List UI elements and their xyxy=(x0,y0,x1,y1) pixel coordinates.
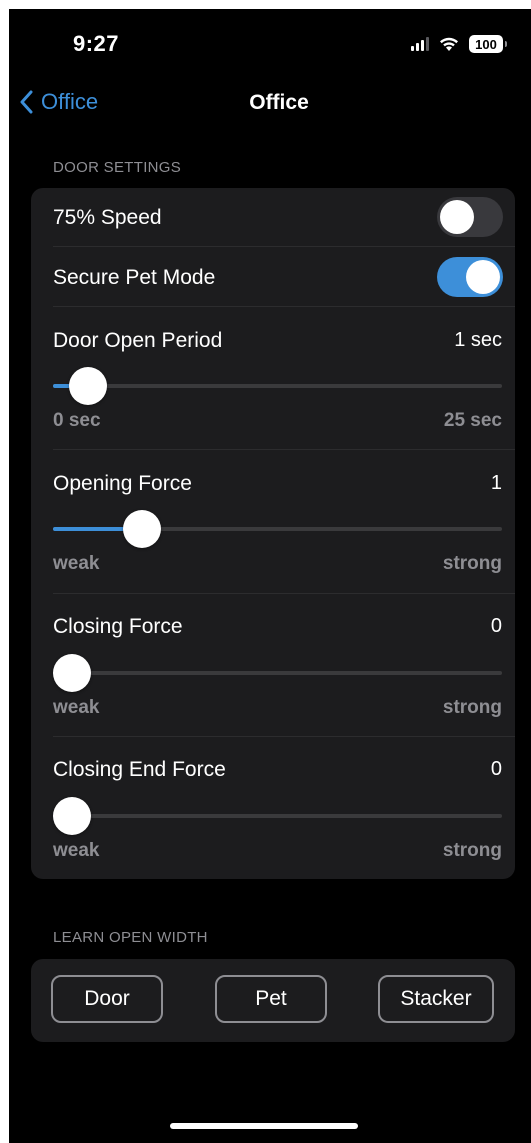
slider-thumb[interactable] xyxy=(53,654,91,692)
closing-end-force-max-label: strong xyxy=(442,840,502,861)
opening-force-slider[interactable] xyxy=(53,510,502,548)
closing-end-force-label: Closing End Force xyxy=(53,758,226,781)
closing-end-force-min-label: weak xyxy=(53,840,100,861)
door-open-period-row: Door Open Period 1 sec 0 sec 25 sec xyxy=(53,307,515,450)
secure-pet-mode-toggle[interactable] xyxy=(437,257,503,297)
closing-end-force-row: Closing End Force 0 weak strong xyxy=(53,737,515,879)
door-open-period-max-label: 25 sec xyxy=(443,410,502,431)
door-open-period-label: Door Open Period xyxy=(53,329,223,352)
learn-stacker-button[interactable]: Stacker xyxy=(378,975,494,1023)
opening-force-row: Opening Force 1 weak strong xyxy=(53,450,515,594)
door-open-period-min-label: 0 sec xyxy=(53,410,101,431)
toggle-knob xyxy=(440,200,474,234)
slider-thumb[interactable] xyxy=(69,367,108,405)
wifi-icon xyxy=(440,37,458,51)
door-open-period-value: 1 sec xyxy=(454,329,502,351)
speed-75-row: 75% Speed xyxy=(53,188,515,247)
door-settings-header: DOOR SETTINGS xyxy=(53,159,182,176)
closing-force-label: Closing Force xyxy=(53,615,183,638)
screen: 9:27 100 Office Office DOOR SETTINGS 75%… xyxy=(9,9,531,1143)
door-settings-card: 75% Speed Secure Pet Mode Door Open Peri… xyxy=(31,188,515,879)
page-title: Office xyxy=(249,91,309,114)
battery-icon: 100 xyxy=(469,35,507,53)
learn-open-width-header: LEARN OPEN WIDTH xyxy=(53,929,208,946)
closing-force-slider[interactable] xyxy=(53,654,502,692)
speed-75-toggle[interactable] xyxy=(437,197,503,237)
closing-end-force-slider[interactable] xyxy=(53,797,502,835)
learn-door-button[interactable]: Door xyxy=(51,975,163,1023)
learn-open-width-card: Door Pet Stacker xyxy=(31,959,515,1042)
closing-force-max-label: strong xyxy=(442,697,502,718)
opening-force-value: 1 xyxy=(490,472,502,494)
closing-end-force-value: 0 xyxy=(490,758,502,780)
opening-force-label: Opening Force xyxy=(53,472,192,495)
secure-pet-mode-label: Secure Pet Mode xyxy=(53,266,216,289)
secure-pet-mode-row: Secure Pet Mode xyxy=(53,247,515,307)
closing-force-row: Closing Force 0 weak strong xyxy=(53,594,515,737)
status-time: 9:27 xyxy=(73,31,120,56)
door-open-period-slider[interactable] xyxy=(53,367,502,405)
slider-thumb[interactable] xyxy=(53,797,91,835)
cellular-signal-icon xyxy=(411,37,429,51)
opening-force-min-label: weak xyxy=(53,553,100,574)
toggle-knob xyxy=(466,260,500,294)
status-icons: 100 xyxy=(411,35,507,53)
closing-force-value: 0 xyxy=(490,615,502,637)
speed-75-label: 75% Speed xyxy=(53,206,162,229)
learn-pet-button[interactable]: Pet xyxy=(215,975,327,1023)
closing-force-min-label: weak xyxy=(53,697,100,718)
slider-thumb[interactable] xyxy=(122,510,161,548)
opening-force-max-label: strong xyxy=(442,553,502,574)
home-indicator xyxy=(170,1123,358,1129)
